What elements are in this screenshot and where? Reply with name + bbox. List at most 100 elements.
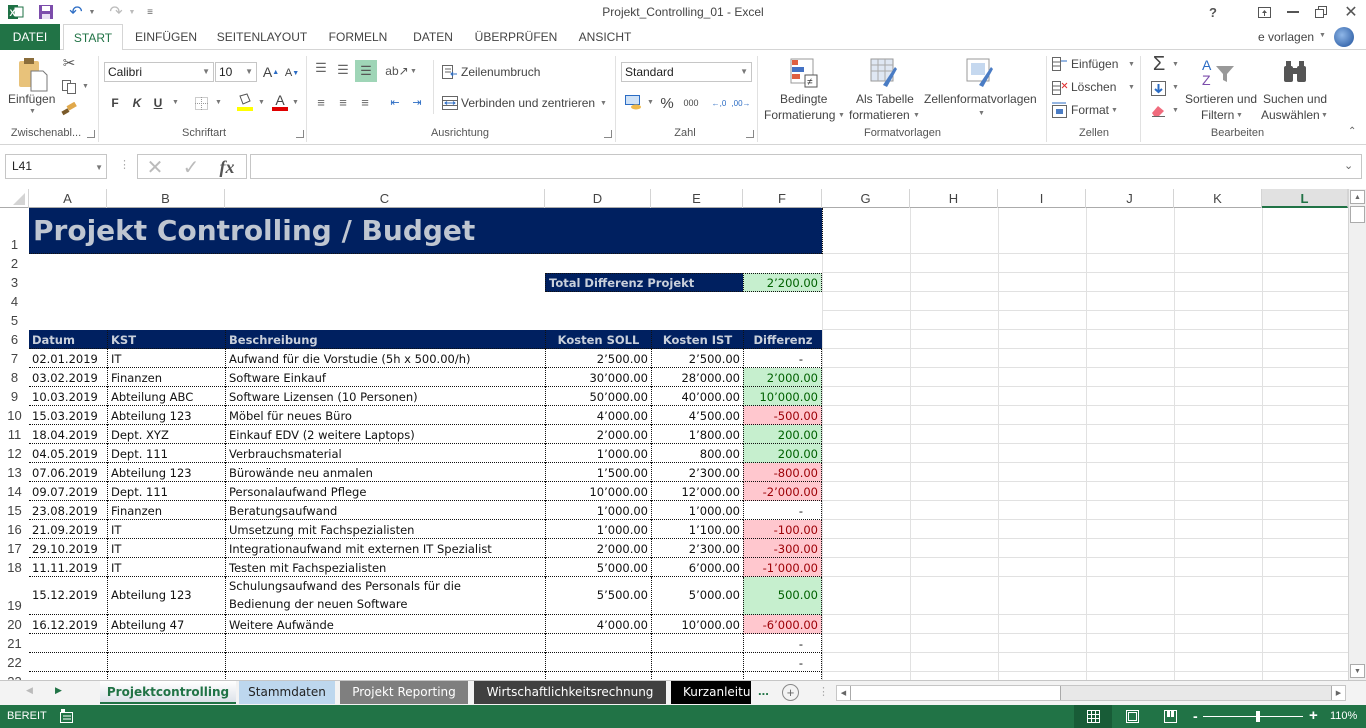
cell-datum[interactable]: 04.05.2019 xyxy=(29,444,107,463)
cell-kst[interactable]: IT xyxy=(107,349,225,368)
percent-button[interactable]: % xyxy=(659,94,675,112)
row-header-8[interactable]: 8 xyxy=(0,368,29,387)
horizontal-scroll-thumb[interactable] xyxy=(851,686,1061,700)
cell-beschreibung[interactable]: Weitere Aufwände xyxy=(225,615,545,634)
vertical-scrollbar[interactable]: ▲ ▼ xyxy=(1348,189,1366,680)
cell-beschreibung[interactable]: Software Lizensen (10 Personen) xyxy=(225,387,545,406)
cell-kosten-soll[interactable]: 2’000.00 xyxy=(545,539,651,558)
format-painter-icon[interactable] xyxy=(60,100,78,118)
cell-empty[interactable] xyxy=(651,672,743,680)
cell-beschreibung[interactable]: Software Einkauf xyxy=(225,368,545,387)
cell-kst[interactable]: Abteilung 123 xyxy=(107,463,225,482)
alignment-launcher-icon[interactable] xyxy=(604,130,612,138)
borders-dropdown-icon[interactable]: ▼ xyxy=(215,99,222,106)
row-header-18[interactable]: 18 xyxy=(0,558,29,577)
bold-button[interactable]: F xyxy=(108,94,122,112)
cell-kosten-soll[interactable]: 1’500.00 xyxy=(545,463,651,482)
cell-kosten-ist[interactable]: 2’300.00 xyxy=(651,463,743,482)
page-break-view-icon[interactable] xyxy=(1160,705,1180,728)
cell-differenz[interactable]: 500.00 xyxy=(743,577,822,615)
zoom-level[interactable]: 110% xyxy=(1330,710,1357,722)
increase-decimal-icon[interactable]: ←,0 xyxy=(710,94,728,112)
row-header-10[interactable]: 10 xyxy=(0,406,29,425)
close-button[interactable]: ✕ xyxy=(1338,2,1364,22)
column-title-ist[interactable]: Kosten IST xyxy=(651,330,743,349)
find-select-dropdown-icon[interactable]: ▼ xyxy=(1321,112,1328,119)
cell-kst[interactable]: IT xyxy=(107,520,225,539)
cell-kst[interactable] xyxy=(107,653,225,672)
cell-datum[interactable]: 16.12.2019 xyxy=(29,615,107,634)
cell-beschreibung[interactable]: Möbel für neues Büro xyxy=(225,406,545,425)
format-as-table-dropdown-icon[interactable]: ▼ xyxy=(913,112,920,119)
cell-beschreibung[interactable]: Beratungsaufwand xyxy=(225,501,545,520)
sort-filter-label-1[interactable]: Sortieren und xyxy=(1185,92,1257,106)
page-layout-view-icon[interactable] xyxy=(1122,705,1142,728)
sheet-tab-kurzanleitung[interactable]: Kurzanleitung xyxy=(671,681,751,704)
row-header-9[interactable]: 9 xyxy=(0,387,29,406)
formula-input[interactable] xyxy=(250,154,1362,179)
format-as-table-label-2[interactable]: formatieren xyxy=(849,108,910,122)
cell-kst[interactable]: Dept. 111 xyxy=(107,482,225,501)
align-middle-icon[interactable]: ☰ xyxy=(335,62,351,78)
tab-splitter[interactable]: ⋮ xyxy=(818,685,829,698)
cell-styles-button[interactable]: Zellenformatvorlagen xyxy=(924,92,1037,106)
fill-color-dropdown-icon[interactable]: ▼ xyxy=(258,99,265,106)
cell-kst[interactable]: Finanzen xyxy=(107,501,225,520)
cell-differenz[interactable]: - xyxy=(743,634,822,653)
cell-differenz[interactable]: 2’000.00 xyxy=(743,368,822,387)
fill-icon[interactable] xyxy=(1150,80,1166,96)
cell-datum[interactable]: 03.02.2019 xyxy=(29,368,107,387)
minimize-button[interactable] xyxy=(1280,2,1306,22)
insert-cells-button[interactable]: Einfügen xyxy=(1071,57,1118,71)
row-header-7[interactable]: 7 xyxy=(0,349,29,368)
cell-kosten-soll[interactable]: 1’000.00 xyxy=(545,444,651,463)
cell-differenz[interactable]: -300.00 xyxy=(743,539,822,558)
sheet-tab-wirtschaftlichkeitsrechnung[interactable]: Wirtschaftlichkeitsrechnung xyxy=(474,681,666,704)
ribbon-display-options-button[interactable] xyxy=(1251,2,1277,22)
cell-beschreibung[interactable]: Verbrauchsmaterial xyxy=(225,444,545,463)
clipboard-launcher-icon[interactable] xyxy=(87,130,95,138)
row-header-23[interactable]: 23 xyxy=(0,672,29,680)
account-dropdown-icon[interactable]: ▼ xyxy=(1319,32,1326,39)
cell-kosten-ist[interactable]: 4’500.00 xyxy=(651,406,743,425)
format-cells-button[interactable]: Format xyxy=(1071,103,1109,117)
zoom-slider[interactable] xyxy=(1203,711,1303,722)
collapse-ribbon-icon[interactable]: ⌃ xyxy=(1348,126,1356,137)
delete-cells-dropdown-icon[interactable]: ▼ xyxy=(1128,84,1135,91)
cell-kosten-ist[interactable]: 6’000.00 xyxy=(651,558,743,577)
paste-button[interactable]: Einfügen xyxy=(8,92,55,106)
accounting-dropdown-icon[interactable]: ▼ xyxy=(647,99,654,106)
conditional-formatting-label-1[interactable]: Bedingte xyxy=(780,92,827,106)
row-header-21[interactable]: 21 xyxy=(0,634,29,653)
align-right-icon[interactable]: ≡ xyxy=(357,94,373,110)
restore-button[interactable] xyxy=(1308,2,1334,22)
cell-kosten-ist[interactable]: 12’000.00 xyxy=(651,482,743,501)
cell-kosten-soll[interactable]: 30’000.00 xyxy=(545,368,651,387)
name-box[interactable]: L41 ▼ xyxy=(5,154,107,179)
decrease-font-size-icon[interactable]: A ▼ xyxy=(284,64,300,82)
scroll-down-icon[interactable]: ▼ xyxy=(1350,664,1365,678)
row-header-17[interactable]: 17 xyxy=(0,539,29,558)
sheet-tab-projekt-reporting[interactable]: Projekt Reporting xyxy=(340,681,468,704)
find-select-label-1[interactable]: Suchen und xyxy=(1263,92,1327,106)
sort-filter-icon[interactable]: AZ xyxy=(1200,56,1236,88)
row-header-16[interactable]: 16 xyxy=(0,520,29,539)
cell-kosten-ist[interactable]: 2’300.00 xyxy=(651,539,743,558)
clear-dropdown-icon[interactable]: ▼ xyxy=(1172,107,1179,114)
cell-datum[interactable]: 18.04.2019 xyxy=(29,425,107,444)
merge-center-button[interactable]: Verbinden und zentrieren xyxy=(461,96,595,110)
cell-differenz[interactable]: - xyxy=(743,349,822,368)
cell-datum[interactable]: 29.10.2019 xyxy=(29,539,107,558)
cell-empty[interactable] xyxy=(225,672,545,680)
row-header-11[interactable]: 11 xyxy=(0,425,29,444)
column-header-c[interactable]: C xyxy=(225,189,545,208)
cell-datum[interactable] xyxy=(29,653,107,672)
font-size-combo[interactable]: 10 ▼ xyxy=(215,62,257,82)
column-header-j[interactable]: J xyxy=(1086,189,1174,208)
cell-differenz[interactable]: 200.00 xyxy=(743,444,822,463)
tab-datei[interactable]: DATEI xyxy=(0,24,60,50)
column-header-g[interactable]: G xyxy=(822,189,910,208)
cell-beschreibung[interactable]: Schulungsaufwand des Personals für die Be… xyxy=(225,577,545,615)
row-header-15[interactable]: 15 xyxy=(0,501,29,520)
sort-filter-label-2[interactable]: Filtern xyxy=(1201,108,1234,122)
